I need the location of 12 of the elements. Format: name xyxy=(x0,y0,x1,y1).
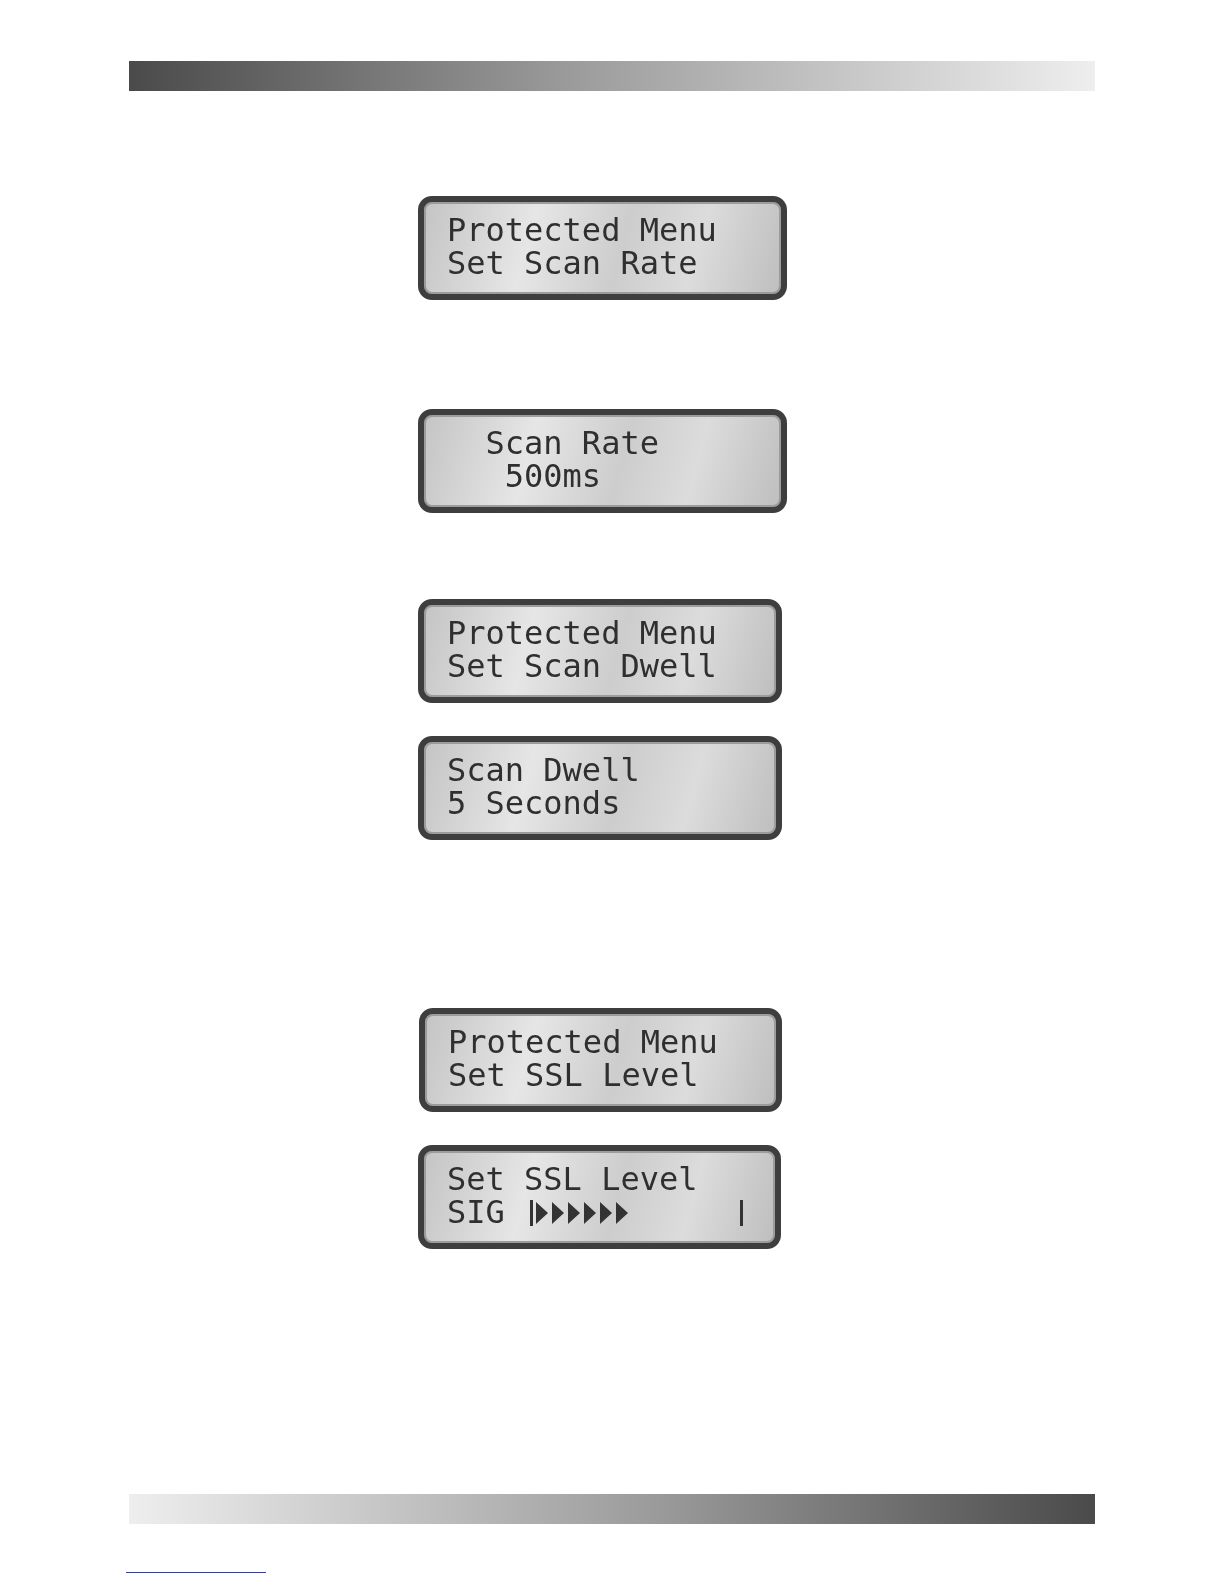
signal-label: SIG xyxy=(447,1196,505,1229)
display-text: Protected Menu xyxy=(447,214,717,247)
display-text: Protected Menu xyxy=(448,1026,718,1059)
display-text: Set Scan Rate xyxy=(447,247,698,280)
display-text: Set Scan Dwell xyxy=(447,650,717,683)
display-text: 500ms xyxy=(504,460,602,493)
display-text: Set SSL Level xyxy=(447,1163,698,1196)
display-text: Protected Menu xyxy=(447,617,717,650)
display-text: Scan Rate xyxy=(485,427,659,460)
display-text: Set SSL Level xyxy=(448,1059,699,1092)
display-text: 5 Seconds xyxy=(447,787,621,820)
display-text: Scan Dwell xyxy=(447,754,640,787)
